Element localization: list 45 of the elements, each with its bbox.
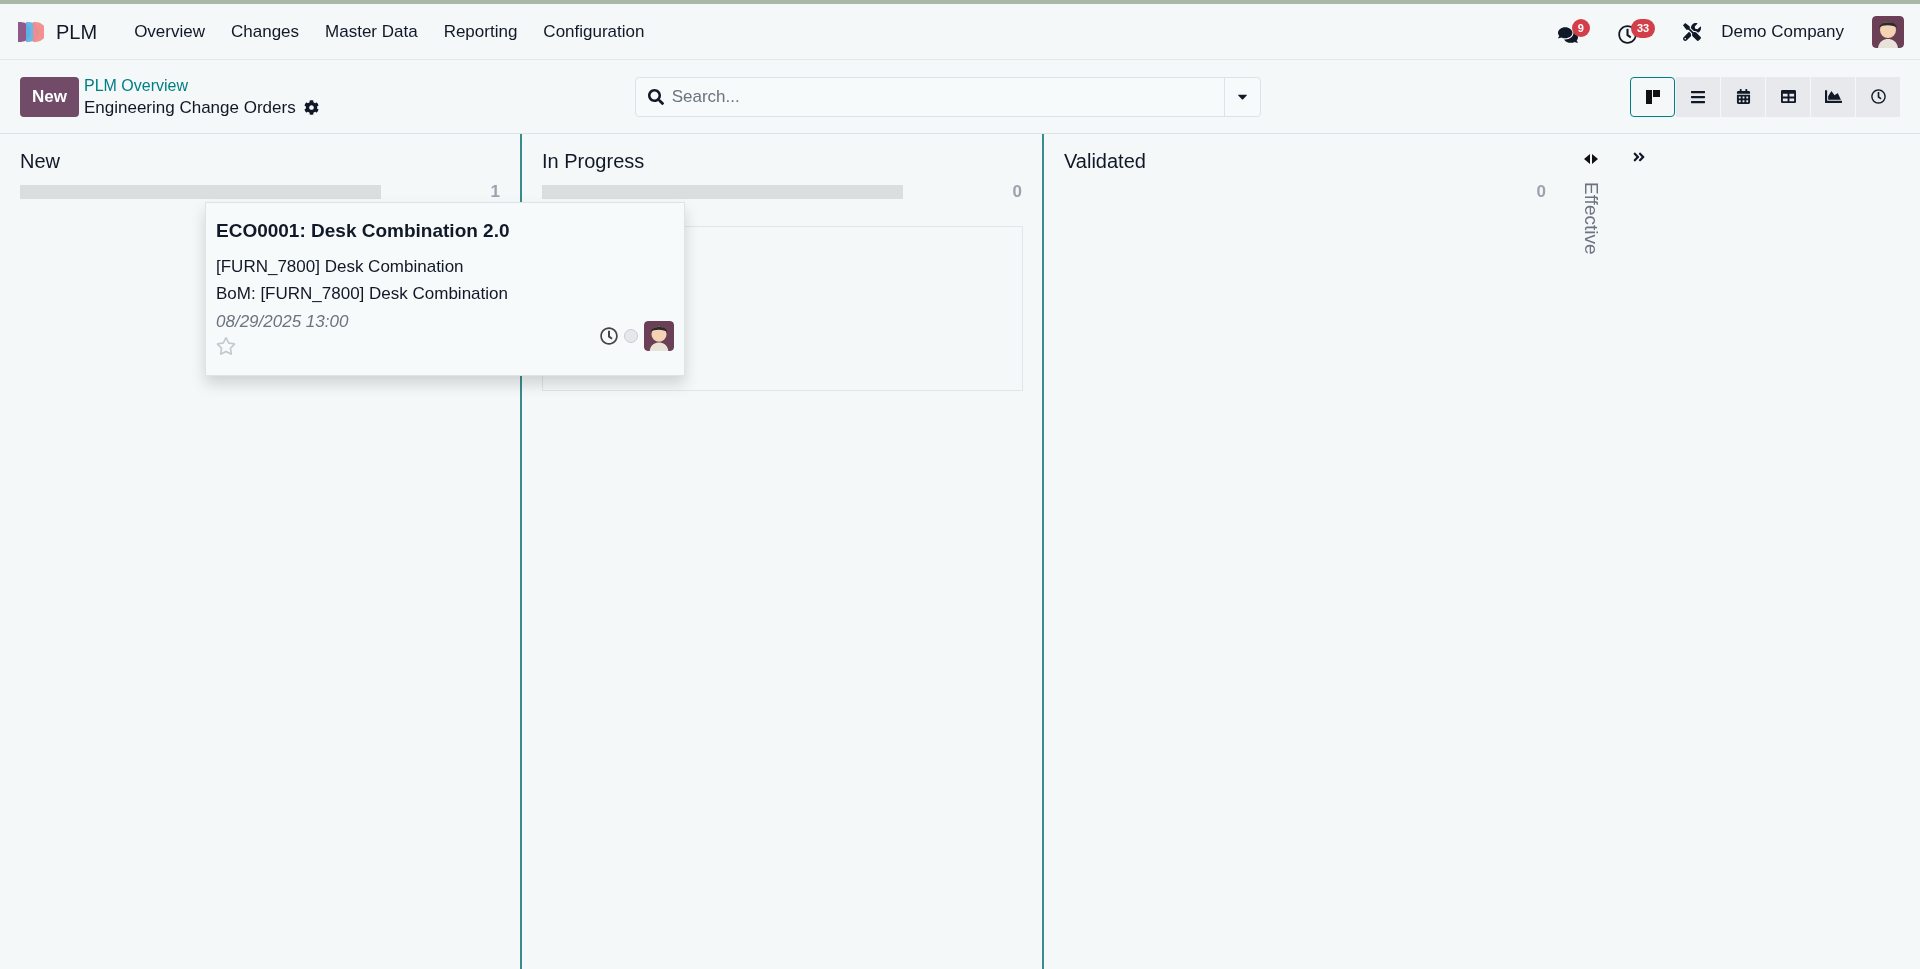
app-name[interactable]: PLM xyxy=(56,16,98,47)
menu-item[interactable]: Master Data xyxy=(312,18,431,45)
clock-icon[interactable] xyxy=(1617,25,1637,44)
list-view-icon xyxy=(1690,88,1706,105)
new-button[interactable]: New xyxy=(20,76,79,117)
record-count: 0 xyxy=(1012,181,1022,204)
clock-icon xyxy=(1870,89,1886,104)
assignee-avatar xyxy=(644,321,674,351)
bom-name: BoM: [FURN_7800] Desk Combination xyxy=(216,283,508,305)
chat-icon[interactable] xyxy=(1557,24,1578,45)
notification-badge: 9 xyxy=(1571,18,1590,37)
search-bar[interactable]: Search... xyxy=(634,76,1261,117)
app-logo-icon xyxy=(16,20,44,43)
folded-column-title[interactable]: Effective xyxy=(1576,182,1606,255)
table-view-icon xyxy=(1780,89,1796,104)
expand-column-icon[interactable] xyxy=(1584,154,1598,164)
menu-item[interactable]: Configuration xyxy=(530,18,658,45)
user-avatar xyxy=(1872,15,1904,48)
card-title: ECO0001: Desk Combination 2.0 xyxy=(216,219,510,243)
column-title: Validated xyxy=(1064,149,1147,174)
tools-icon[interactable] xyxy=(1683,22,1702,41)
settings-icon[interactable] xyxy=(303,100,319,115)
card-date: 08/29/2025 13:00 xyxy=(216,310,349,333)
kanban-card[interactable]: ECO0001: Desk Combination 2.0 [FURN_7800] Desk Combination BoM: [FURN_7800] Desk Combination 08/29/2025 13:00 xyxy=(205,202,685,376)
column-title: In Progress xyxy=(542,149,646,174)
search-icon xyxy=(647,88,664,105)
menu-item[interactable]: Changes xyxy=(218,18,313,45)
area-chart-icon xyxy=(1824,88,1842,105)
column-title: New xyxy=(20,149,61,174)
menu-item[interactable]: Reporting xyxy=(430,18,531,45)
search-field[interactable]: Search... xyxy=(671,83,1224,110)
menu-item[interactable]: Overview xyxy=(121,18,218,45)
kanban-view-icon xyxy=(1644,88,1661,105)
company-name[interactable]: Demo Company xyxy=(1721,18,1844,45)
calendar-view-icon xyxy=(1735,89,1751,104)
notification-badge: 33 xyxy=(1630,19,1656,38)
product-name: [FURN_7800] Desk Combination xyxy=(216,255,464,278)
breadcrumb-link[interactable]: PLM Overview xyxy=(83,74,319,97)
favorite-star-icon[interactable] xyxy=(216,336,236,356)
record-count: 1 xyxy=(490,181,500,204)
record-count: 0 xyxy=(1536,181,1546,204)
page-title: Engineering Change Orders xyxy=(83,96,296,119)
activity-clock-icon[interactable] xyxy=(600,327,618,345)
view-switch-button[interactable] xyxy=(1630,76,1675,117)
double-chevron-icon[interactable] xyxy=(1632,150,1646,164)
